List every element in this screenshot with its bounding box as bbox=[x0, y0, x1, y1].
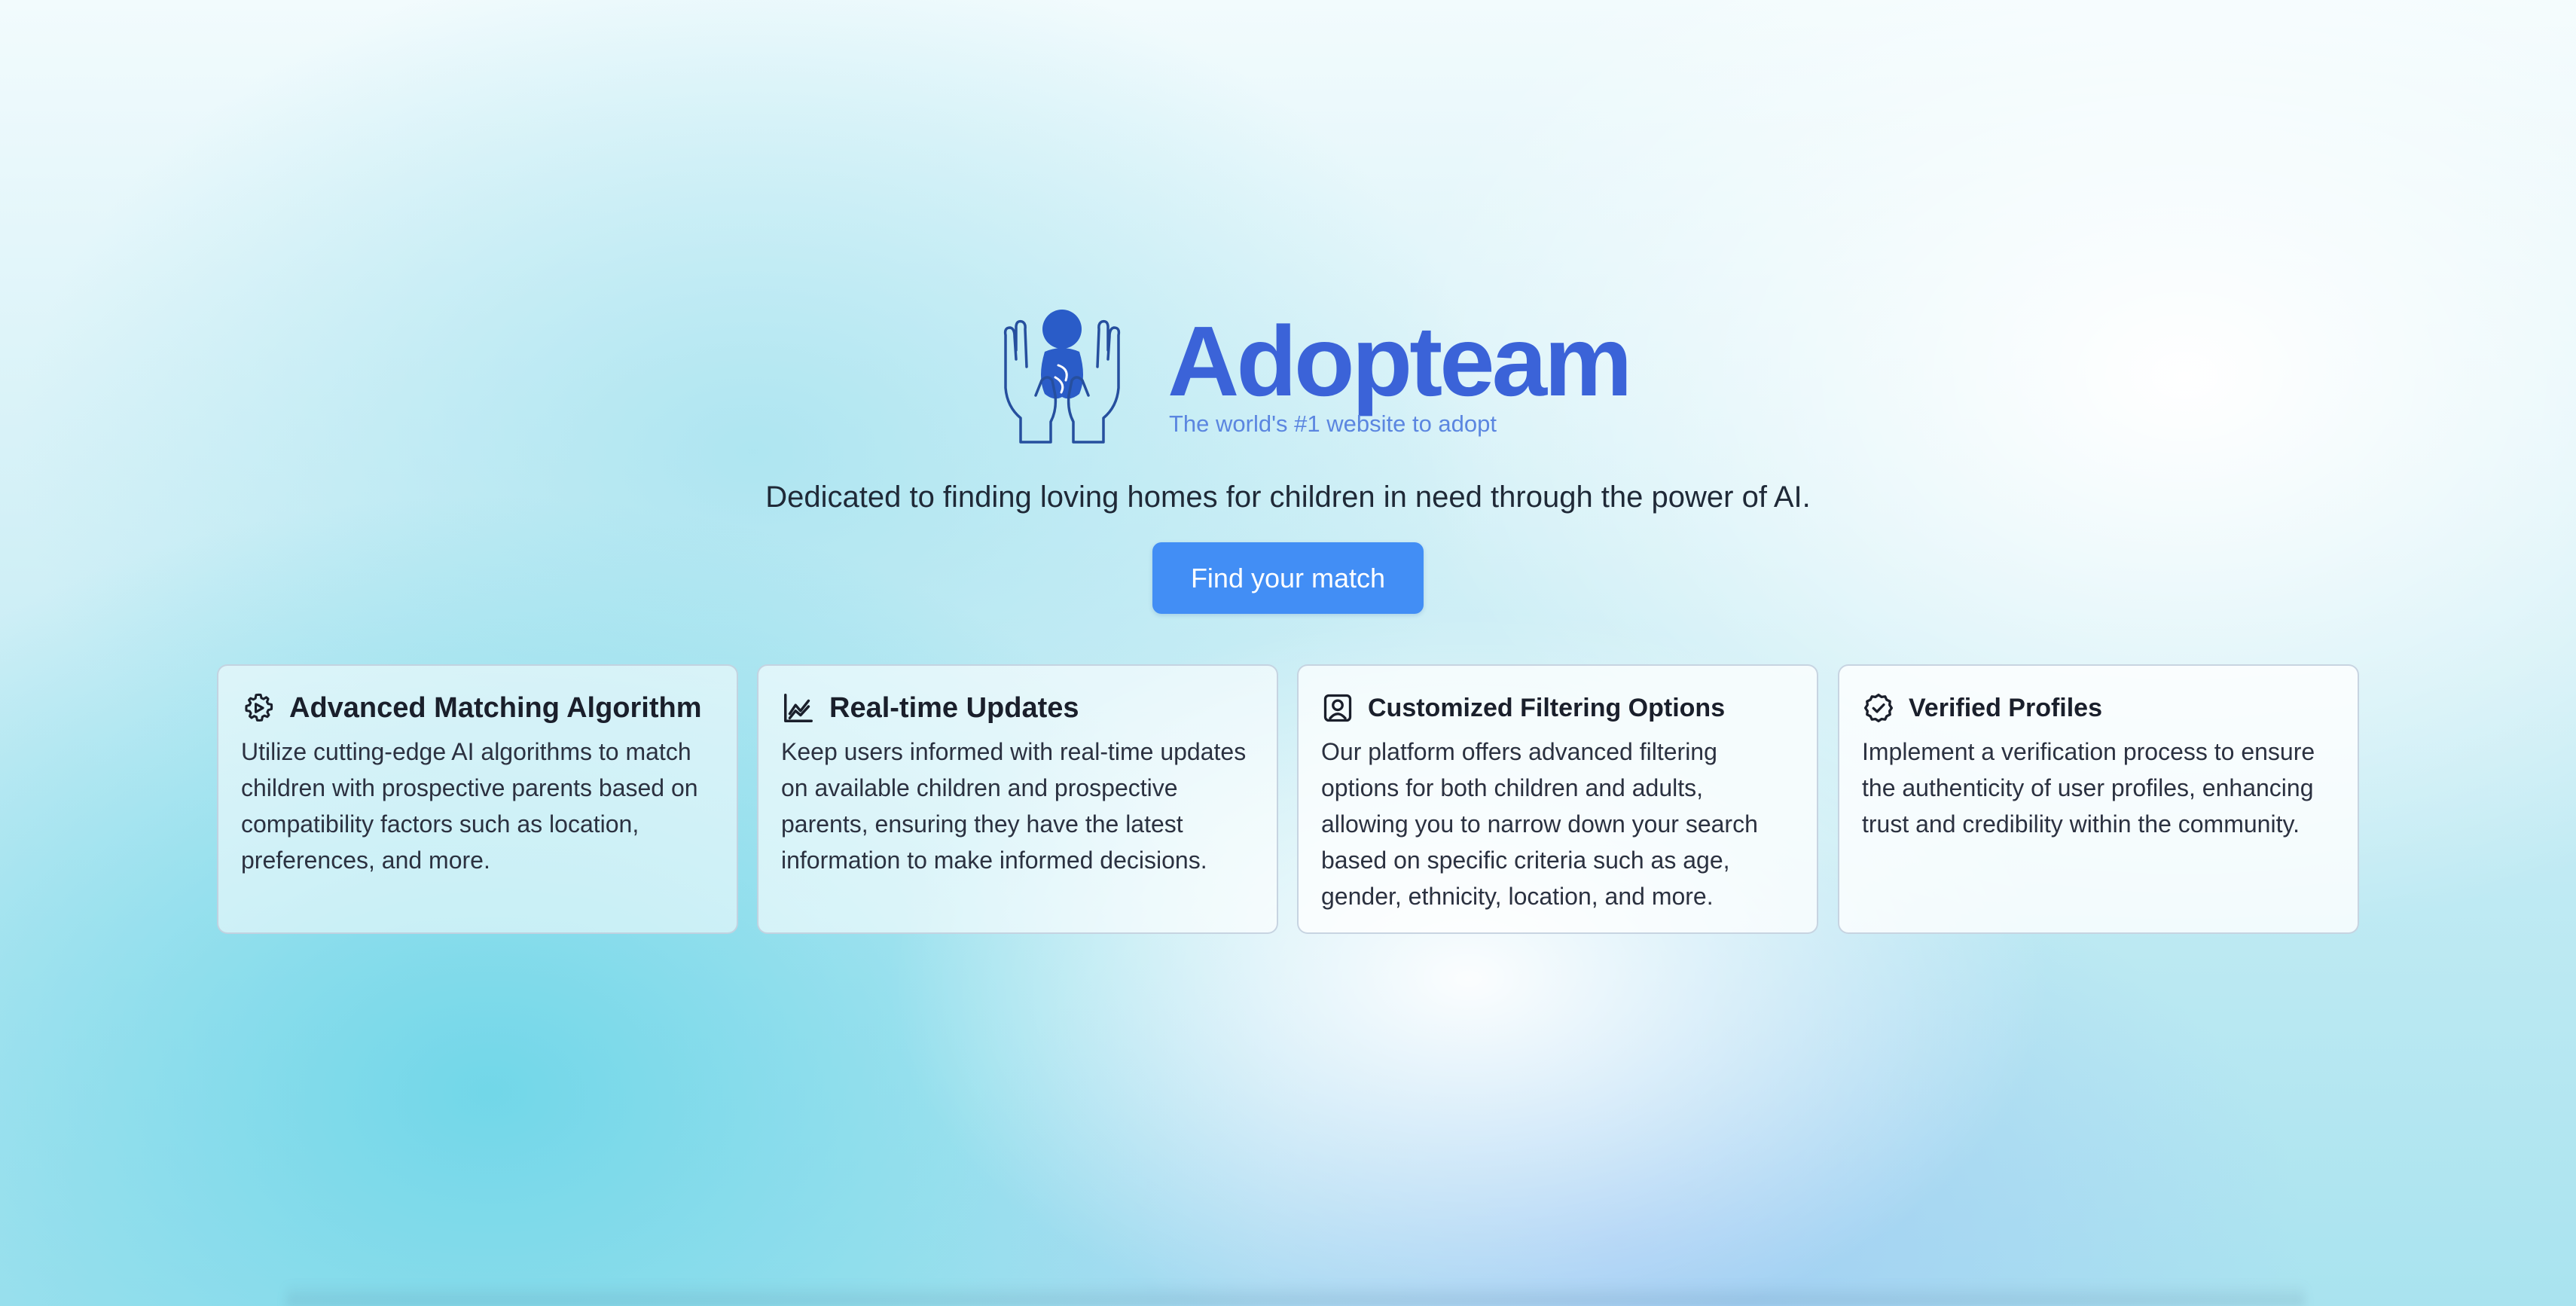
brand-tagline: The world's #1 website to adopt bbox=[1169, 410, 1497, 437]
feature-card-filtering: Customized Filtering Options Our platfor… bbox=[1297, 664, 1818, 934]
feature-card-description: Keep users informed with real-time updat… bbox=[781, 738, 1247, 874]
feature-card-description: Our platform offers advanced filtering o… bbox=[1321, 738, 1758, 910]
feature-cards: Advanced Matching Algorithm Utilize cutt… bbox=[217, 664, 2359, 934]
page-bottom-shadow bbox=[286, 1283, 2305, 1306]
badge-check-icon bbox=[1863, 693, 1894, 723]
line-chart-icon bbox=[784, 694, 813, 722]
feature-card-title: Customized Filtering Options bbox=[1368, 693, 1726, 722]
mission-statement: Dedicated to finding loving homes for ch… bbox=[765, 481, 1811, 514]
feature-card-title: Real-time Updates bbox=[829, 691, 1079, 724]
feature-card-header: Customized Filtering Options bbox=[1321, 687, 1794, 729]
feature-card-updates: Real-time Updates Keep users informed wi… bbox=[757, 664, 1278, 934]
feature-card-matching: Advanced Matching Algorithm Utilize cutt… bbox=[217, 664, 738, 934]
feature-card-title: Advanced Matching Algorithm bbox=[289, 691, 702, 724]
feature-card-verified: Verified Profiles Implement a verificati… bbox=[1838, 664, 2359, 934]
feature-card-title: Verified Profiles bbox=[1909, 693, 2102, 722]
feature-card-header: Real-time Updates bbox=[781, 687, 1254, 729]
hands-holding-child-icon bbox=[1003, 310, 1121, 444]
find-your-match-button[interactable]: Find your match bbox=[1152, 542, 1424, 614]
feature-card-header: Advanced Matching Algorithm bbox=[241, 687, 714, 729]
brand-header: Adopteam The world's #1 website to adopt bbox=[998, 305, 1632, 448]
user-square-icon bbox=[1323, 694, 1352, 722]
brand-name: Adopteam bbox=[1167, 306, 1632, 417]
gear-icon bbox=[245, 693, 273, 722]
feature-card-description: Implement a verification process to ensu… bbox=[1862, 738, 2315, 838]
feature-card-description: Utilize cutting-edge AI algorithms to ma… bbox=[241, 738, 698, 874]
feature-card-header: Verified Profiles bbox=[1862, 687, 2335, 729]
